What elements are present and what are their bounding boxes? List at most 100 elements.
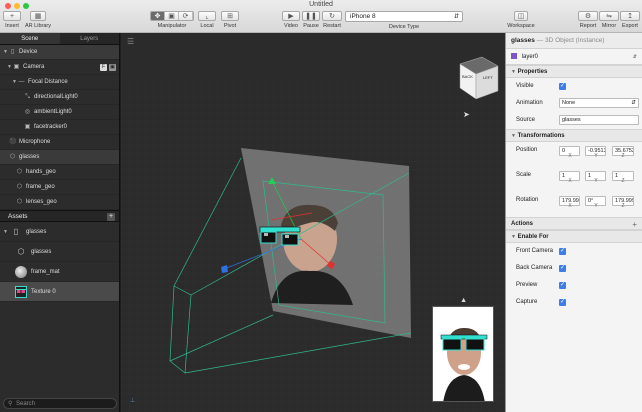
report-label: Report	[579, 23, 597, 29]
caret-down-icon: ▼	[511, 69, 516, 75]
scene-item-glasses[interactable]: ⬡ glasses	[0, 150, 119, 165]
workspace-icon: ◫	[514, 11, 528, 21]
axis-z-label: Z	[621, 178, 625, 184]
chevron-updown-icon: ⇵	[453, 14, 459, 20]
restart-button[interactable]: ↻ Restart	[322, 11, 342, 29]
scene-item-device[interactable]: ▼ ▯ Device	[0, 45, 119, 60]
device-type-control: iPhone 8 ⇵ Device Type	[345, 11, 463, 30]
source-row: Source glasses	[506, 112, 642, 129]
scene-item-frame-geo[interactable]: ⬡ frame_geo	[0, 180, 119, 195]
mirror-button[interactable]: ⇋ Mirror	[599, 11, 619, 29]
scene-item-facetracker[interactable]: ▣ facetracker0	[0, 120, 119, 135]
add-asset-button[interactable]: +	[107, 213, 115, 221]
warning-icon[interactable]: ▲	[460, 297, 467, 304]
front-camera-checkbox[interactable]: ✓	[559, 248, 566, 255]
restart-label: Restart	[323, 23, 341, 29]
layer-value: layer0	[521, 54, 539, 60]
export-button[interactable]: ↥ Export	[620, 11, 640, 29]
scene-item-label: Camera	[23, 64, 45, 70]
layer-color-swatch	[511, 53, 517, 59]
cursor-icon: ➤	[463, 110, 470, 119]
report-button[interactable]: ⚙ Report	[578, 11, 598, 29]
mesh-icon: ⬡	[16, 169, 23, 175]
microphone-icon: ⚫	[9, 139, 17, 145]
search-input[interactable]: ⚲ Search	[3, 398, 117, 409]
scene-item-focal-distance[interactable]: ▼ — Focal Distance	[0, 75, 119, 90]
properties-section[interactable]: ▼ Properties	[506, 65, 642, 78]
workspace-button[interactable]: ◫ Workspace	[505, 11, 537, 29]
workspace-label: Workspace	[507, 23, 535, 29]
ar-library-button[interactable]: ▦ AR Library	[24, 11, 52, 29]
local-label: Local	[200, 23, 214, 29]
transformations-section[interactable]: ▼ Transformations	[506, 129, 642, 142]
asset-item-frame-mat[interactable]: frame_mat	[0, 262, 119, 282]
asset-item-texture[interactable]: Texture 0	[0, 282, 119, 302]
actions-section[interactable]: Actions +	[506, 217, 642, 230]
inspector-header: glasses — 3D Object (Instance)	[506, 33, 642, 49]
layer-select[interactable]: layer0 ⇵	[506, 49, 642, 65]
pause-button[interactable]: ❚❚ Pause	[302, 11, 320, 29]
manipulator-label: Manipulator	[157, 23, 187, 29]
caret-down-icon[interactable]: ▼	[3, 222, 9, 242]
scene-tabs: Scene Layers	[0, 33, 119, 45]
scene-item-label: frame_geo	[26, 184, 55, 190]
insert-button[interactable]: + Insert	[3, 11, 21, 29]
video-button[interactable]: ▶ Video	[282, 11, 300, 29]
local-button[interactable]: ⌞ Local	[198, 11, 216, 29]
assets-header: Assets +	[0, 210, 119, 222]
scale-label: Scale	[516, 172, 532, 178]
scene-viewport[interactable]: BACK LEFT ☰ ➤ ⊥ ▲	[121, 33, 505, 412]
scene-item-camera[interactable]: ▼ ▣ Camera F ▣	[0, 60, 119, 75]
device-type-select[interactable]: iPhone 8 ⇵	[345, 11, 463, 22]
asset-label: glasses	[31, 249, 52, 255]
preview-checkbox[interactable]: ✓	[559, 282, 566, 289]
axis-x-label: X	[568, 203, 572, 209]
axis-x-label: X	[568, 153, 572, 159]
facetracker-icon: ▣	[24, 124, 31, 130]
rotate-tool-icon[interactable]: ⟳	[179, 12, 193, 20]
cube-icon: ⬡	[9, 154, 16, 160]
report-icon: ⚙	[578, 11, 598, 21]
visible-row: Visible ✓	[506, 78, 642, 95]
scene-item-label: ambientLight0	[34, 109, 72, 115]
enable-for-section[interactable]: ▼ Enable For	[506, 230, 642, 243]
plus-icon: +	[3, 11, 21, 21]
animation-row: Animation None ⇵	[506, 95, 642, 112]
scene-item-ambient-light[interactable]: ◎ ambientLight0	[0, 105, 119, 120]
mesh-icon: ⬡	[16, 199, 23, 205]
device-preview[interactable]	[432, 306, 494, 402]
back-camera-checkbox[interactable]: ✓	[559, 265, 566, 272]
scene-item-hands-geo[interactable]: ⬡ hands_geo	[0, 165, 119, 180]
local-axis-icon: ⌞	[198, 11, 216, 21]
view-cube-back-label[interactable]: BACK	[462, 74, 473, 79]
enable-capture-row: Capture ✓	[506, 294, 642, 311]
tab-layers[interactable]: Layers	[59, 33, 119, 44]
scene-panel: Scene Layers ▼ ▯ Device ▼ ▣ Camera F ▣ ▼ — Foc…	[0, 33, 120, 412]
tab-scene[interactable]: Scene	[0, 33, 60, 44]
view-cube-left-label[interactable]: LEFT	[483, 75, 493, 80]
scene-item-microphone[interactable]: ⚫ Microphone	[0, 135, 119, 150]
camera-icon: ▣	[13, 64, 20, 70]
axis-x-label: X	[568, 178, 572, 184]
animation-value: None	[562, 100, 576, 106]
asset-item-glasses-folder[interactable]: ▼ ▯ glasses	[0, 222, 119, 242]
asset-item-glasses-object[interactable]: ⬡ glasses	[0, 242, 119, 262]
chevron-updown-icon: ⇵	[631, 100, 636, 106]
capture-checkbox[interactable]: ✓	[559, 299, 566, 306]
viewport-menu-icon[interactable]: ☰	[127, 37, 134, 46]
mirror-icon: ⇋	[599, 11, 619, 21]
export-label: Export	[622, 23, 638, 29]
visible-checkbox[interactable]: ✓	[559, 83, 566, 90]
scene-item-lenses-geo[interactable]: ⬡ lenses_geo	[0, 195, 119, 210]
scale-row: Scale 1 1 1 X Y Z	[506, 167, 642, 192]
manipulator-segmented: ✥ ▣ ⟳	[150, 11, 194, 21]
scene-item-directional-light[interactable]: ⤡ directionalLight0	[0, 90, 119, 105]
axis-z-label: Z	[621, 203, 625, 209]
source-field[interactable]: glasses	[559, 115, 639, 125]
move-tool-icon[interactable]: ✥	[151, 12, 165, 20]
animation-select[interactable]: None ⇵	[559, 98, 639, 108]
pivot-button[interactable]: ⊞ Pivot	[221, 11, 239, 29]
scale-tool-icon[interactable]: ▣	[165, 12, 179, 20]
folder-icon: ▯	[13, 227, 19, 236]
insert-label: Insert	[5, 23, 19, 29]
